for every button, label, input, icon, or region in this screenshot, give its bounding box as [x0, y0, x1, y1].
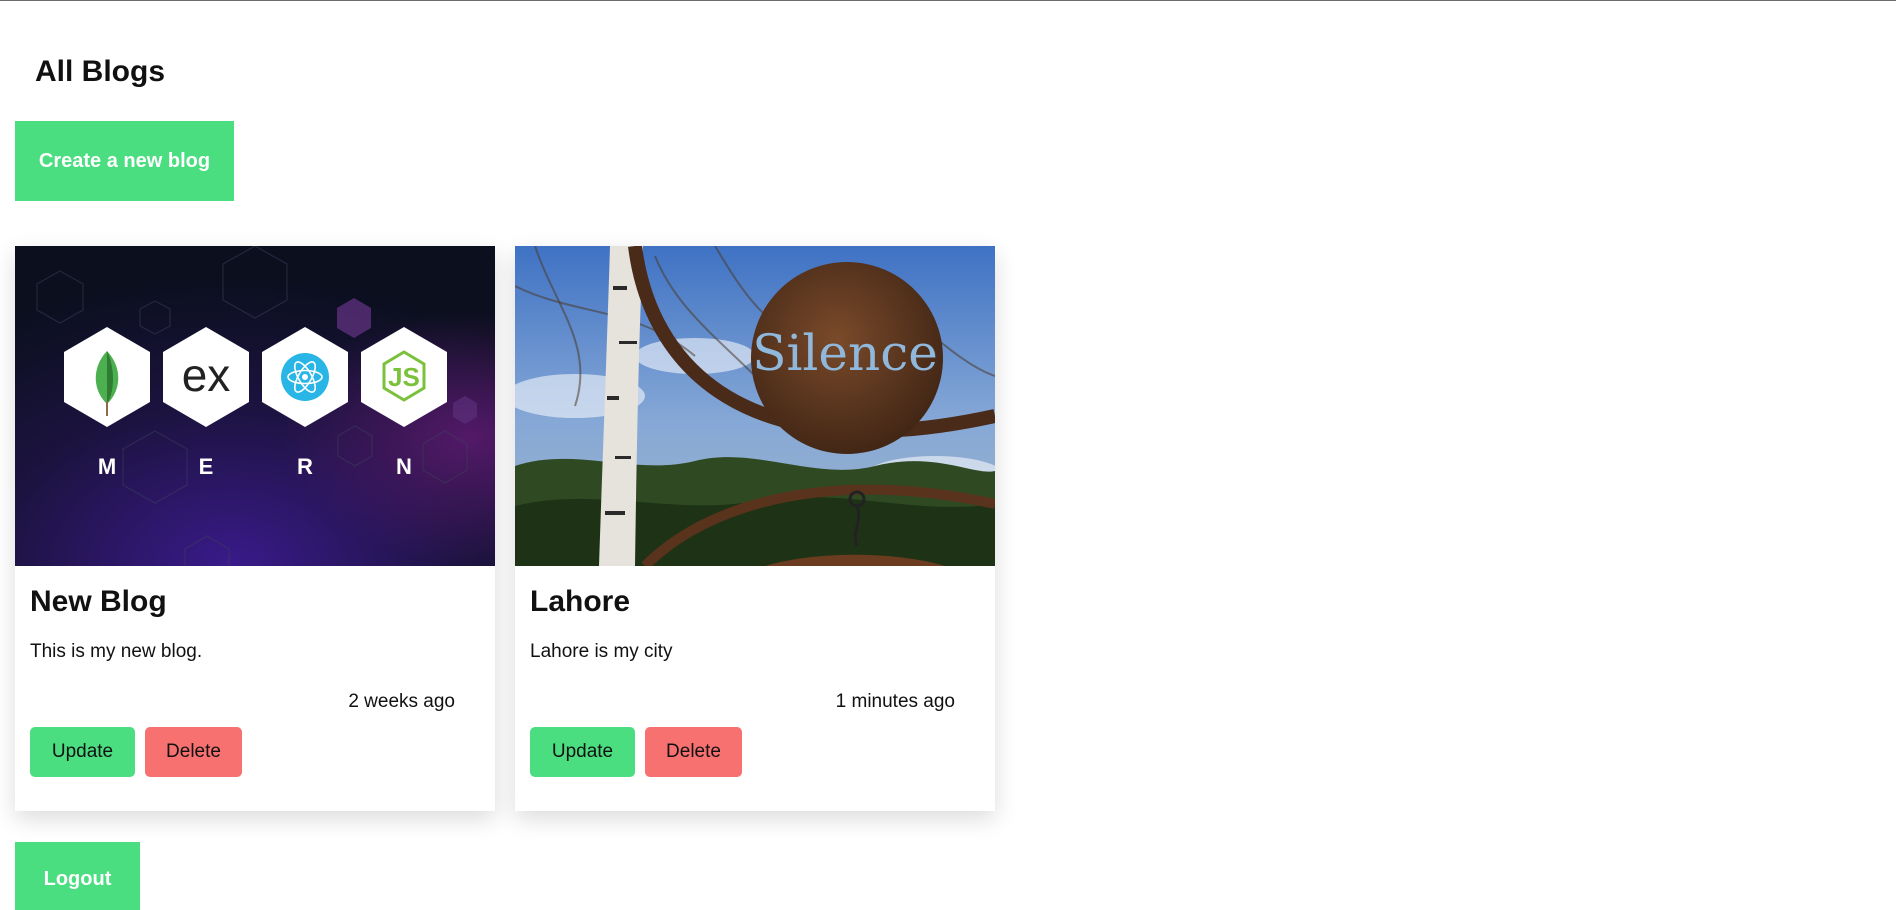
blog-timestamp: 2 weeks ago [348, 691, 455, 712]
blog-image-mern: ex JS M E R N [15, 246, 495, 566]
blog-title: Lahore [530, 585, 631, 618]
blog-actions: Update Delete [530, 727, 742, 777]
create-blog-button[interactable]: Create a new blog [15, 121, 234, 201]
update-button[interactable]: Update [530, 727, 635, 777]
silence-sign-photo-graphic: Silence [515, 246, 995, 566]
blog-card: ex JS M E R N New Blog This is my new bl… [15, 246, 495, 811]
svg-text:ex: ex [182, 349, 231, 401]
blog-list: ex JS M E R N New Blog This is my new bl… [15, 246, 995, 811]
sign-text: Silence [752, 324, 938, 382]
mern-banner-graphic: ex JS M E R N [15, 246, 495, 566]
delete-button[interactable]: Delete [645, 727, 742, 777]
blog-title: New Blog [30, 585, 167, 618]
blog-card: Silence Lahore Lahore is my city 1 minut… [515, 246, 995, 811]
mern-letter: E [199, 454, 214, 479]
page-title: All Blogs [35, 55, 166, 88]
blog-description: This is my new blog. [30, 641, 203, 662]
mern-letter: R [297, 454, 313, 479]
svg-text:JS: JS [388, 362, 420, 392]
blog-timestamp: 1 minutes ago [835, 691, 955, 712]
update-button[interactable]: Update [30, 727, 135, 777]
blog-actions: Update Delete [30, 727, 242, 777]
top-border [0, 0, 1896, 1]
mern-letter: N [396, 454, 412, 479]
delete-button[interactable]: Delete [145, 727, 242, 777]
mern-letter: M [98, 454, 116, 479]
blog-description: Lahore is my city [530, 641, 673, 662]
logout-button[interactable]: Logout [15, 842, 140, 910]
blog-image-silence: Silence [515, 246, 995, 566]
